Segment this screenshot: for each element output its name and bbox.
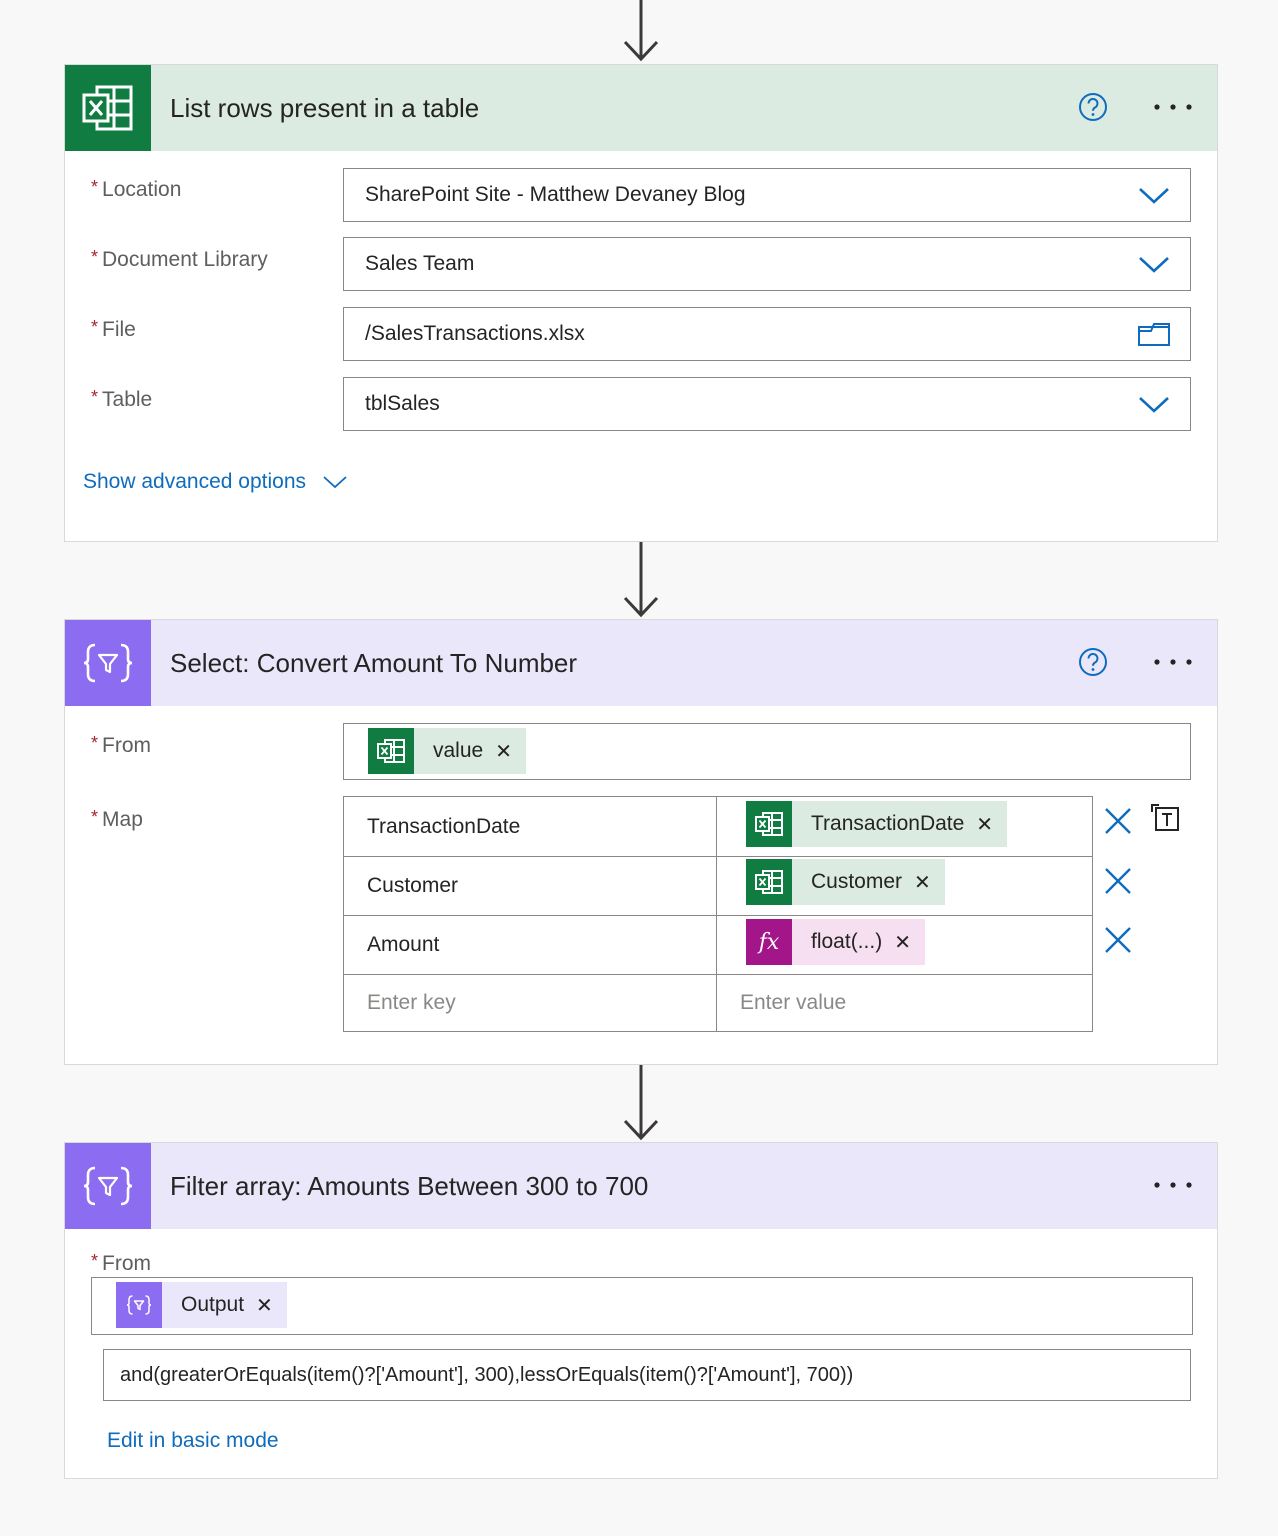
remove-token-icon[interactable]: ✕ <box>256 1293 273 1318</box>
token-label: TransactionDate <box>811 812 965 835</box>
card-header[interactable]: Filter array: Amounts Between 300 to 700 <box>65 1143 1217 1229</box>
map-label: * Map <box>91 807 143 831</box>
token-label: Customer <box>811 870 903 893</box>
map-key-input[interactable]: Enter key <box>344 975 717 1031</box>
help-icon[interactable] <box>1077 91 1109 123</box>
card-header[interactable]: List rows present in a table <box>65 65 1217 151</box>
remove-token-icon[interactable]: ✕ <box>976 812 993 837</box>
function-icon: fx <box>746 919 792 965</box>
chevron-down-icon[interactable] <box>1137 184 1171 206</box>
show-advanced-options-link[interactable]: Show advanced options <box>83 470 348 494</box>
map-row: Amount fx float(...) ✕ <box>344 915 1092 974</box>
filter-array-card: Filter array: Amounts Between 300 to 700… <box>64 1142 1218 1479</box>
remove-token-icon[interactable]: ✕ <box>495 739 512 764</box>
document-library-dropdown[interactable]: Sales Team <box>343 237 1191 291</box>
excel-icon <box>746 801 792 847</box>
help-icon[interactable] <box>1077 646 1109 678</box>
expression-text: and(greaterOrEquals(item()?['Amount'], 3… <box>120 1363 854 1386</box>
map-key-cell[interactable]: Customer <box>344 857 717 915</box>
filter-expression-input[interactable]: and(greaterOrEquals(item()?['Amount'], 3… <box>103 1349 1191 1401</box>
delete-row-icon[interactable] <box>1101 923 1135 957</box>
file-value: /SalesTransactions.xlsx <box>365 322 585 345</box>
from-label: * From <box>91 733 152 757</box>
text-mode-icon[interactable] <box>1149 802 1183 836</box>
map-value-cell[interactable]: TransactionDate ✕ <box>718 797 1092 856</box>
edit-in-basic-mode-link[interactable]: Edit in basic mode <box>107 1429 279 1453</box>
chevron-down-icon[interactable] <box>1137 253 1171 275</box>
dynamic-content-token[interactable]: TransactionDate ✕ <box>746 801 1008 847</box>
expression-token[interactable]: fx float(...) ✕ <box>746 919 925 965</box>
remove-token-icon[interactable]: ✕ <box>894 930 911 955</box>
map-key-cell[interactable]: TransactionDate <box>344 797 717 856</box>
file-picker[interactable]: /SalesTransactions.xlsx <box>343 307 1191 361</box>
location-dropdown[interactable]: SharePoint Site - Matthew Devaney Blog <box>343 168 1191 222</box>
more-options-icon[interactable] <box>1151 91 1195 123</box>
location-value: SharePoint Site - Matthew Devaney Blog <box>365 183 746 206</box>
data-operation-icon <box>65 620 151 706</box>
flow-connector-arrow <box>623 1065 659 1141</box>
table-label: * Table <box>91 387 153 411</box>
document-library-value: Sales Team <box>365 252 475 275</box>
folder-icon[interactable] <box>1137 321 1171 347</box>
chevron-down-icon[interactable] <box>1137 393 1171 415</box>
table-dropdown[interactable]: tblSales <box>343 377 1191 431</box>
map-table: TransactionDate TransactionDate ✕ Custom… <box>343 796 1093 1032</box>
location-label: * Location <box>91 177 182 201</box>
from-label: * From <box>91 1251 152 1275</box>
flow-connector-arrow <box>623 542 659 618</box>
excel-list-rows-card: List rows present in a table * Location S… <box>64 64 1218 542</box>
file-label: * File <box>91 317 136 341</box>
dynamic-content-token[interactable]: Customer ✕ <box>746 859 945 905</box>
document-library-label: * Document Library <box>91 247 268 271</box>
data-operation-icon <box>116 1282 162 1328</box>
chevron-down-icon <box>323 476 347 489</box>
from-input[interactable]: value ✕ <box>343 723 1191 780</box>
select-action-card: Select: Convert Amount To Number * From v… <box>64 619 1218 1065</box>
map-row: Customer Customer ✕ <box>344 856 1092 915</box>
map-key-cell[interactable]: Amount <box>344 916 717 974</box>
data-operation-icon <box>65 1143 151 1229</box>
token-label: Output <box>181 1293 245 1316</box>
excel-icon <box>65 65 151 151</box>
from-input[interactable]: Output ✕ <box>91 1277 1193 1335</box>
more-options-icon[interactable] <box>1151 646 1195 678</box>
table-value: tblSales <box>365 392 440 415</box>
flow-connector-arrow <box>623 0 659 62</box>
token-label: value <box>433 739 484 762</box>
token-label: float(...) <box>811 930 883 953</box>
remove-token-icon[interactable]: ✕ <box>914 870 931 895</box>
delete-row-icon[interactable] <box>1101 804 1135 838</box>
dynamic-content-token[interactable]: Output ✕ <box>116 1282 287 1328</box>
card-header[interactable]: Select: Convert Amount To Number <box>65 620 1217 706</box>
map-row: Enter key Enter value <box>344 974 1092 1031</box>
card-title: Select: Convert Amount To Number <box>170 647 578 678</box>
card-title: Filter array: Amounts Between 300 to 700 <box>170 1170 649 1201</box>
excel-icon <box>746 859 792 905</box>
map-value-cell[interactable]: fx float(...) ✕ <box>718 916 1092 974</box>
card-title: List rows present in a table <box>170 92 480 123</box>
map-row: TransactionDate TransactionDate ✕ <box>344 797 1092 856</box>
more-options-icon[interactable] <box>1151 1169 1195 1201</box>
map-value-input[interactable]: Enter value <box>718 975 1092 1031</box>
dynamic-content-token[interactable]: value ✕ <box>368 728 526 774</box>
delete-row-icon[interactable] <box>1101 864 1135 898</box>
excel-icon <box>368 728 414 774</box>
map-value-cell[interactable]: Customer ✕ <box>718 857 1092 915</box>
